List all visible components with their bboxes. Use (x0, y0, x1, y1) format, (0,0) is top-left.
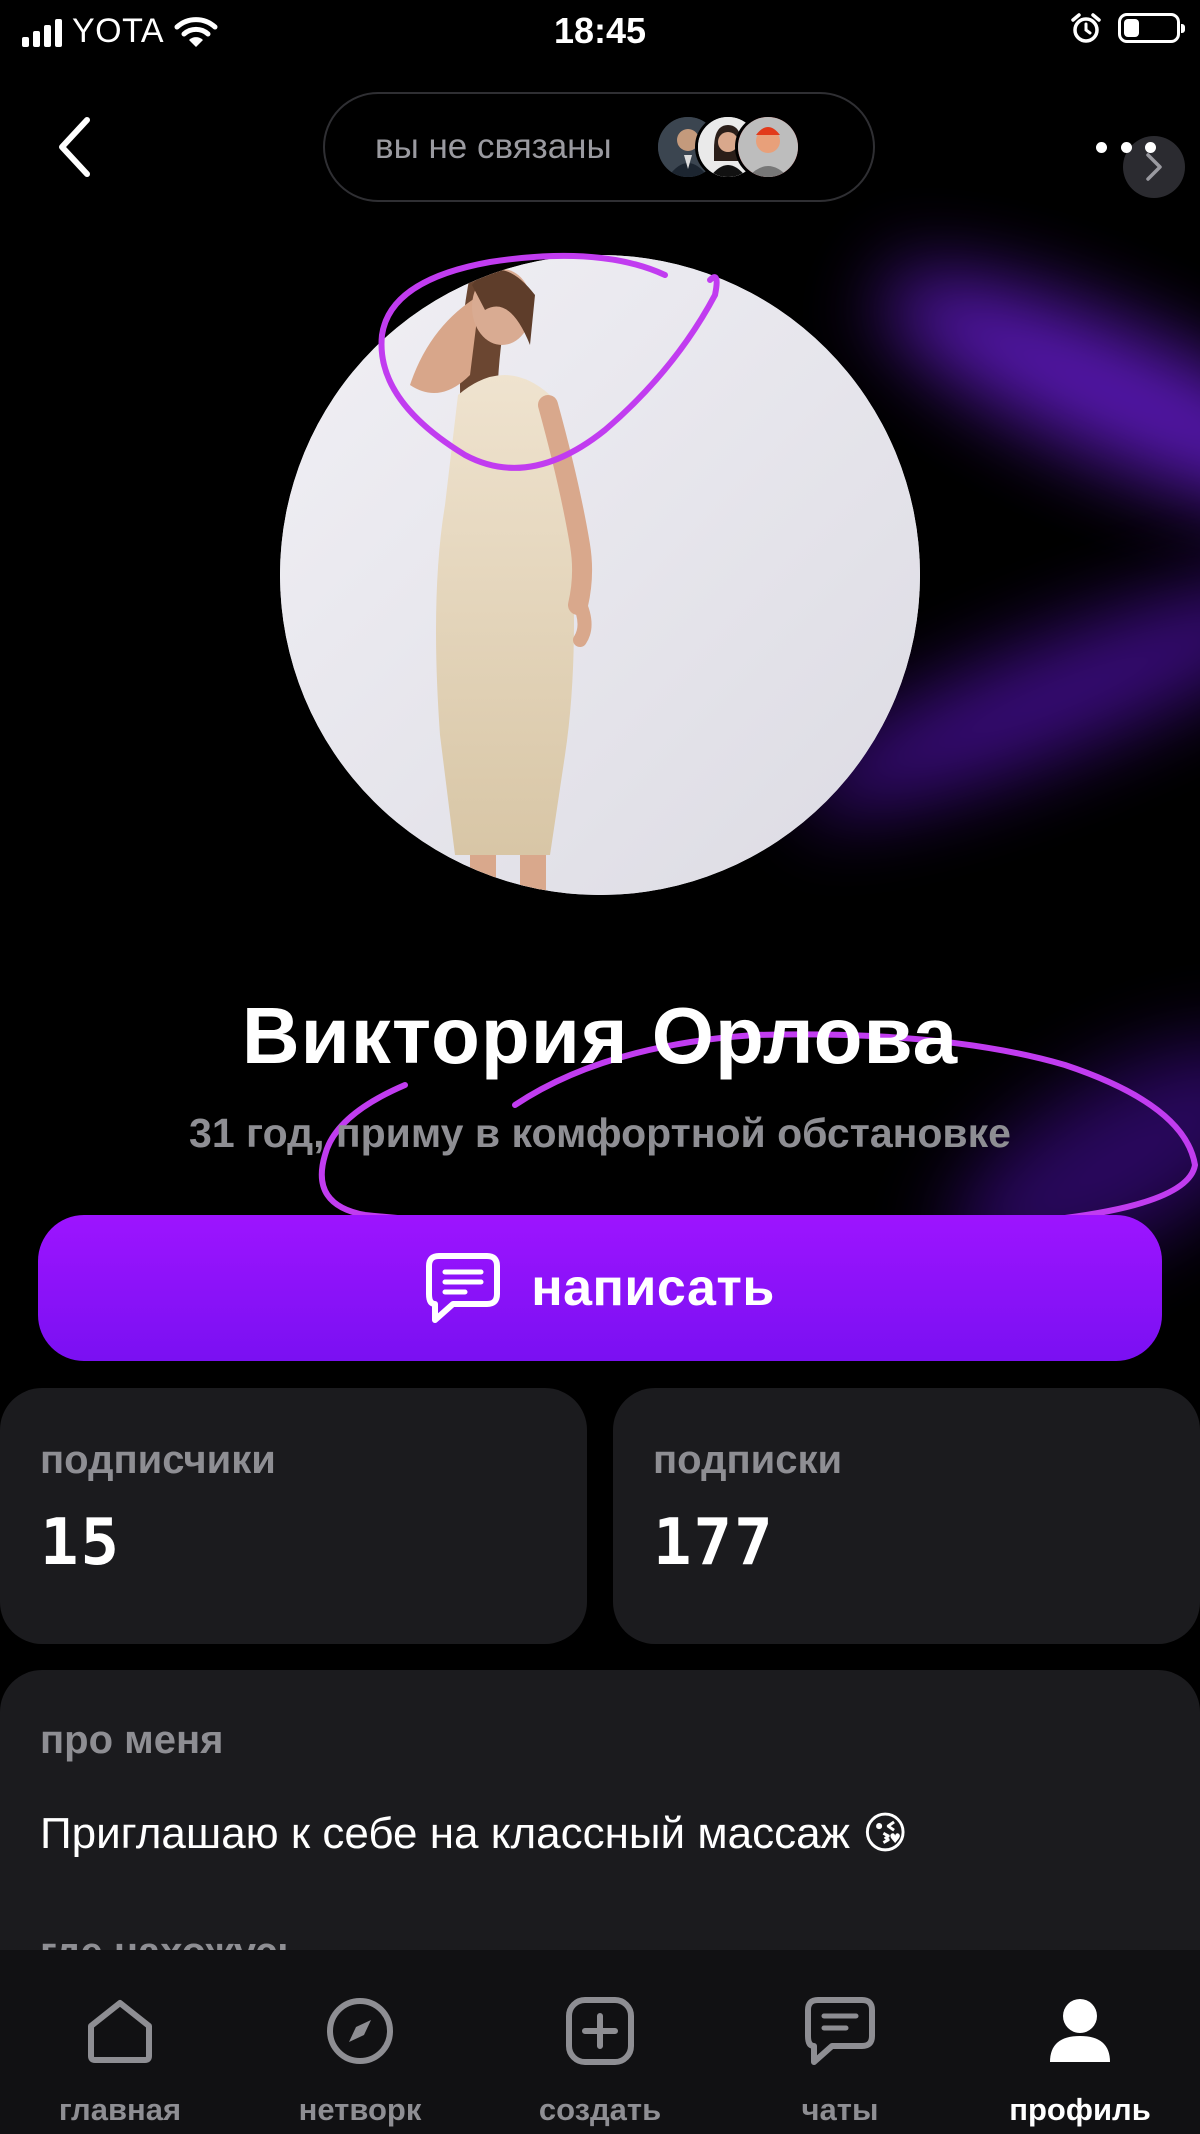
tab-network-label: нетворк (298, 2092, 422, 2127)
following-card[interactable]: подписки 177 (613, 1388, 1200, 1644)
message-square-icon (426, 1253, 501, 1323)
followers-label: подписчики (40, 1438, 276, 1482)
more-options-button[interactable] (1096, 132, 1156, 162)
write-message-button[interactable]: написать (38, 1215, 1162, 1361)
profile-photo (280, 255, 920, 895)
following-count: 177 (653, 1506, 775, 1580)
bottom-tab-bar: главная нетворк создать чаты профиль (0, 1950, 1200, 2134)
tab-create-label: создать (538, 2092, 662, 2127)
back-button[interactable] (44, 112, 104, 182)
tab-home[interactable]: главная (20, 1992, 220, 2128)
status-bar: YOTA 18:45 (0, 0, 1200, 66)
tab-create[interactable]: создать (500, 1992, 700, 2128)
tab-home-label: главная (58, 2092, 182, 2127)
tab-profile-label: профиль (1009, 2092, 1151, 2127)
about-label: про меня (40, 1718, 224, 1762)
chevron-left-icon (59, 117, 90, 177)
followers-card[interactable]: подписчики 15 (0, 1388, 587, 1644)
write-message-label: написать (531, 1259, 775, 1317)
tab-profile[interactable]: профиль (980, 1992, 1180, 2128)
compass-icon (327, 1998, 393, 2064)
profile-screen: YOTA 18:45 вы не связаны Виктория Орлова… (0, 0, 1200, 2134)
connection-status-text: вы не связаны (375, 127, 612, 166)
more-horizontal-icon (1096, 141, 1107, 153)
user-icon (1050, 1999, 1110, 2062)
battery-icon (1118, 13, 1185, 43)
status-time: 18:45 (553, 10, 647, 51)
profile-subtitle: 31 год, приму в комфортной обстановке (189, 1110, 1011, 1156)
tab-chats-label: чаты (801, 2092, 879, 2127)
followers-count: 15 (40, 1506, 122, 1580)
tab-chats[interactable]: чаты (740, 1992, 940, 2128)
profile-avatar[interactable] (280, 255, 920, 895)
alarm-icon (1071, 13, 1101, 43)
chat-icon (805, 1997, 875, 2065)
profile-name: Виктория Орлова (241, 991, 959, 1080)
plus-square-icon (566, 1997, 634, 2065)
connection-status-pill[interactable]: вы не связаны (323, 92, 1185, 202)
following-label: подписки (653, 1438, 843, 1482)
mutual-avatar (735, 114, 801, 180)
battery-level (1124, 19, 1139, 37)
about-text: Приглашаю к себе на классный массаж 😘 (40, 1809, 909, 1858)
home-icon (88, 2000, 152, 2063)
tab-network[interactable]: нетворк (260, 1992, 460, 2128)
